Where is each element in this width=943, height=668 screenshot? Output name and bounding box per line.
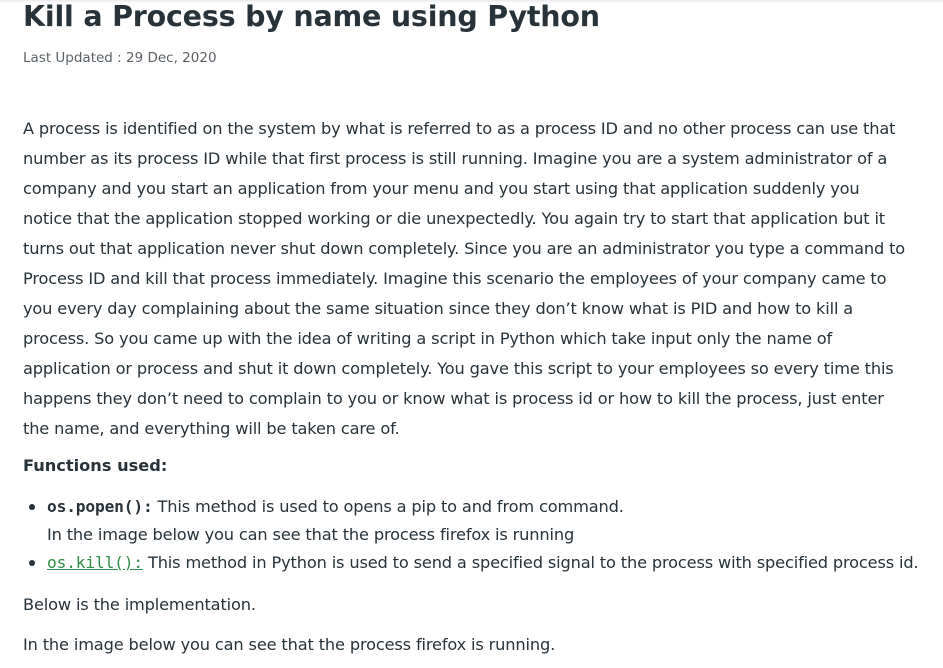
bullet-icon	[29, 504, 35, 510]
intro-line: the name, and everything will be taken c…	[23, 419, 400, 438]
functions-heading: Functions used:	[23, 456, 168, 475]
intro-line: A process is identified on the system by…	[23, 119, 896, 138]
list-item: os.popen(): This method is used to opens…	[23, 493, 923, 521]
last-updated: Last Updated : 29 Dec, 2020	[23, 50, 217, 66]
intro-line: happens they don’t need to complain to y…	[23, 389, 884, 408]
functions-list: os.popen(): This method is used to opens…	[23, 493, 923, 577]
list-item: os.kill(): This method in Python is used…	[23, 549, 923, 577]
article-title: Kill a Process by name using Python	[23, 0, 600, 33]
implementation-text: Below is the implementation.	[23, 595, 256, 614]
article: Kill a Process by name using Python Last…	[23, 0, 923, 657]
intro-line: notice that the application stopped work…	[23, 209, 885, 228]
function-description: This method in Python is used to send a …	[142, 553, 919, 572]
function-name-popen: os.popen():	[47, 497, 153, 516]
function-extra-text: In the image below you can see that the …	[47, 525, 575, 544]
intro-line: company and you start an application fro…	[23, 179, 860, 198]
intro-line: Process ID and kill that process immedia…	[23, 269, 887, 288]
bullet-icon	[29, 560, 35, 566]
intro-line: turns out that application never shut do…	[23, 239, 906, 258]
os-kill-link[interactable]: os.kill():	[47, 553, 143, 572]
intro-paragraph: A process is identified on the system by…	[23, 114, 913, 444]
intro-line: application or process and shut it down …	[23, 359, 894, 378]
image-caption: In the image below you can see that the …	[23, 635, 556, 654]
intro-line: you every day complaining about the same…	[23, 299, 854, 318]
list-item-continuation: In the image below you can see that the …	[23, 521, 923, 549]
function-description: This method is used to opens a pip to an…	[152, 497, 624, 516]
intro-line: number as its process ID while that firs…	[23, 149, 888, 168]
intro-line: process. So you came up with the idea of…	[23, 329, 833, 348]
